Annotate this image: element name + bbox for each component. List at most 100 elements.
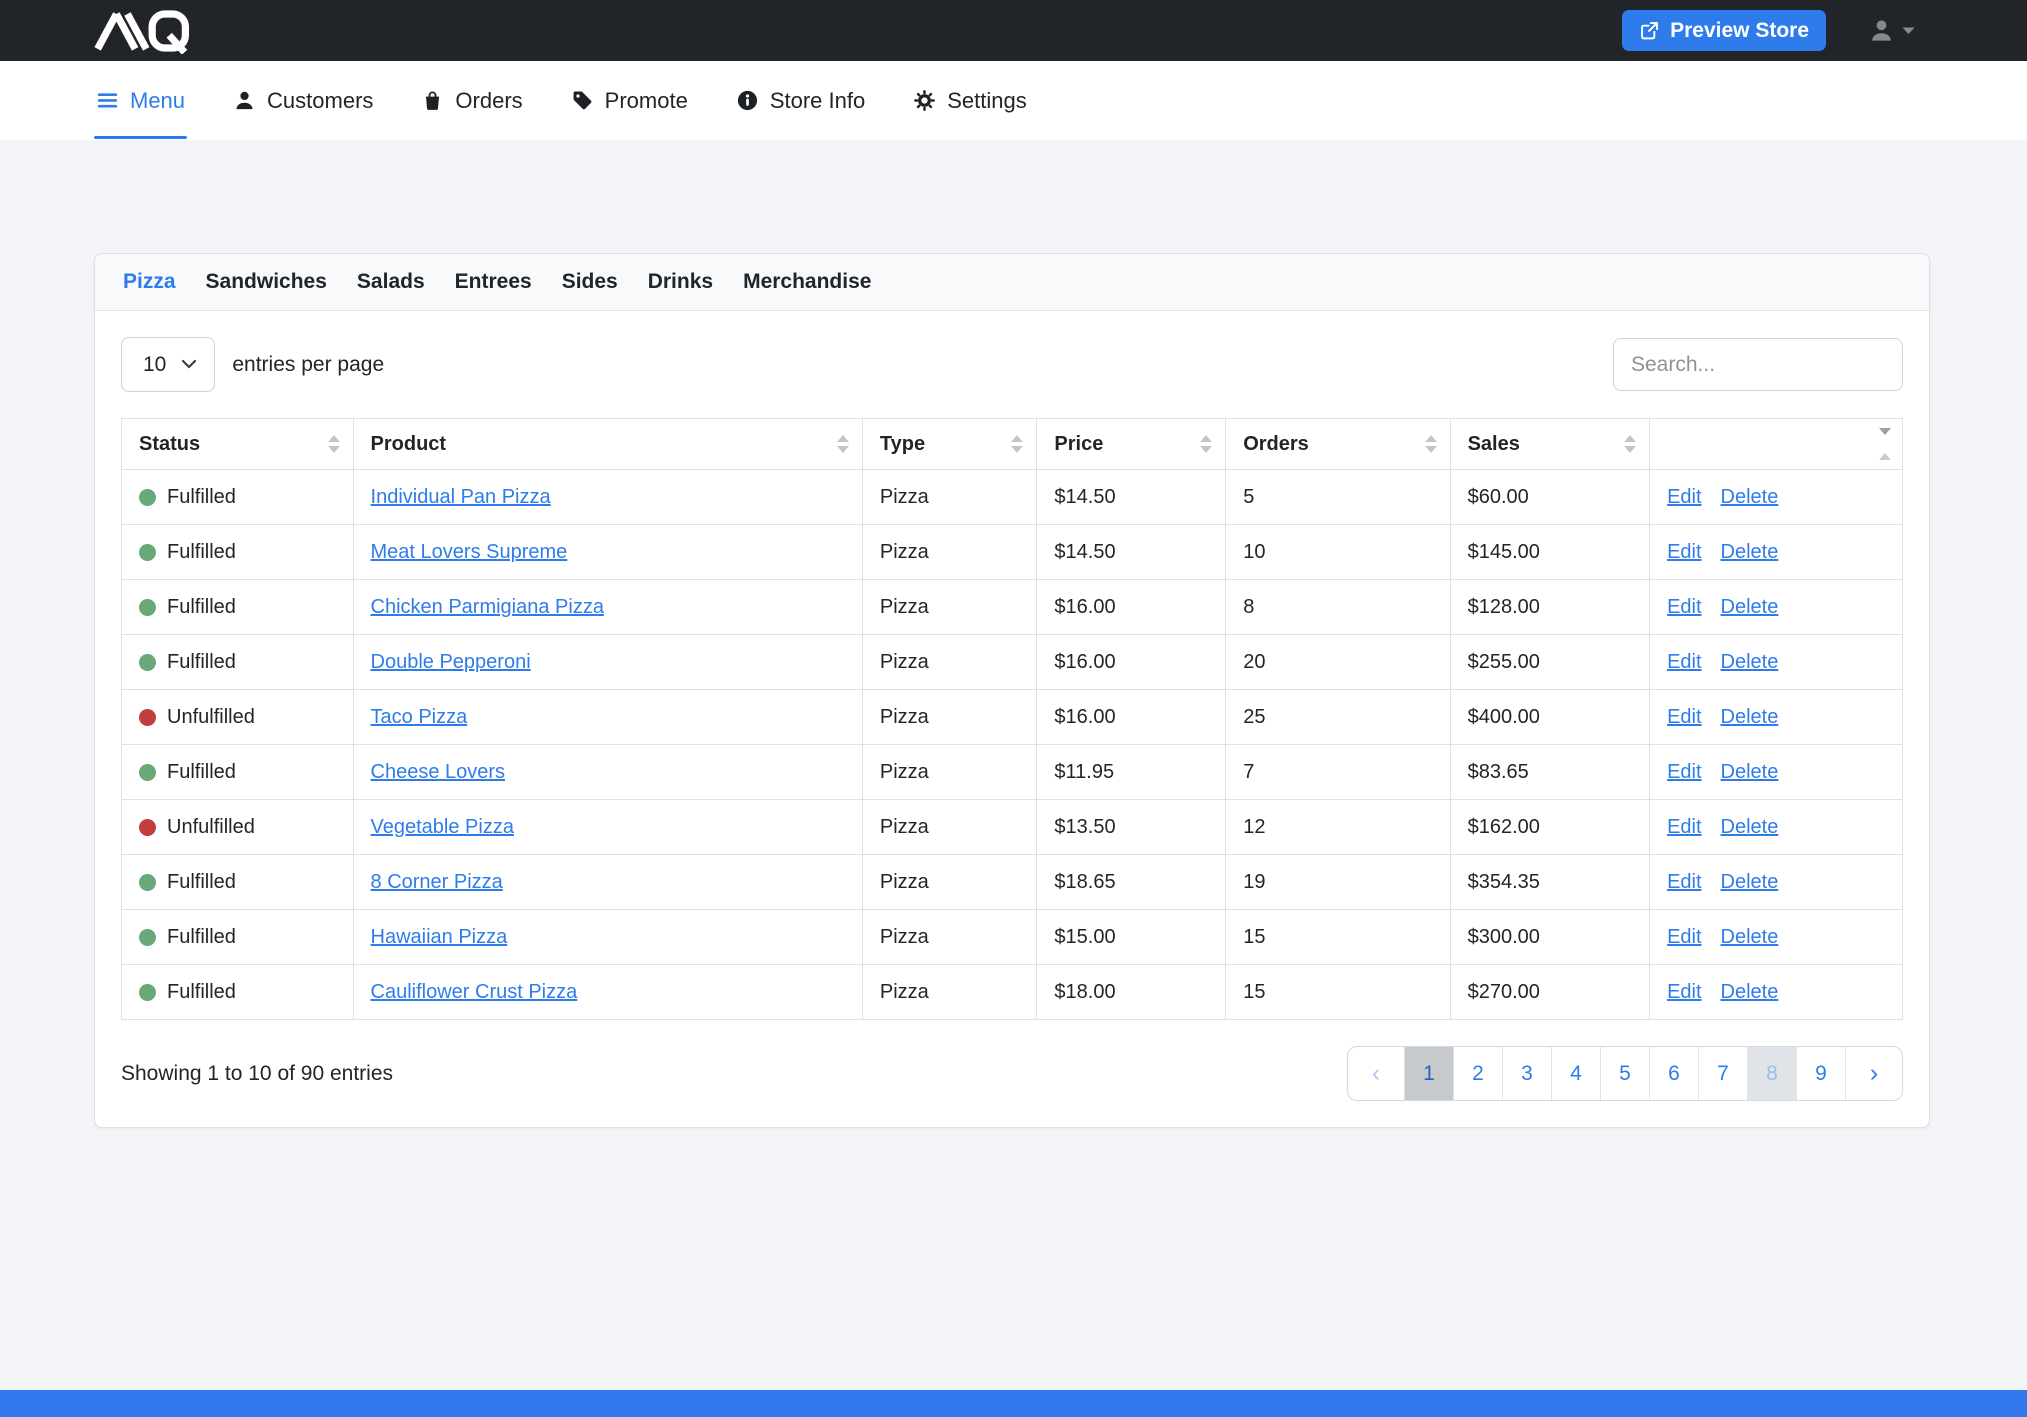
pagination-prev[interactable]: ‹ bbox=[1348, 1047, 1404, 1100]
product-link[interactable]: Vegetable Pizza bbox=[371, 816, 514, 838]
column-header-price[interactable]: Price bbox=[1037, 419, 1226, 470]
type-cell: Pizza bbox=[862, 690, 1037, 745]
delete-link[interactable]: Delete bbox=[1721, 541, 1779, 563]
sales-cell: $162.00 bbox=[1450, 800, 1649, 855]
tab-drinks[interactable]: Drinks bbox=[648, 270, 713, 294]
status-dot-fulfilled bbox=[139, 654, 156, 671]
nav-item-label: Settings bbox=[947, 88, 1027, 114]
page-button-1[interactable]: 1 bbox=[1404, 1047, 1453, 1100]
delete-link[interactable]: Delete bbox=[1721, 926, 1779, 948]
price-cell: $14.50 bbox=[1037, 525, 1226, 580]
product-link[interactable]: Individual Pan Pizza bbox=[371, 486, 551, 508]
entries-per-page-label: entries per page bbox=[232, 353, 384, 377]
status-label: Fulfilled bbox=[167, 761, 236, 784]
type-cell: Pizza bbox=[862, 635, 1037, 690]
table-footer: Showing 1 to 10 of 90 entries ‹123456789… bbox=[121, 1046, 1903, 1101]
products-table: StatusProductTypePrice Orders Sales Fulfil… bbox=[121, 418, 1903, 1020]
tab-merchandise[interactable]: Merchandise bbox=[743, 270, 871, 294]
sort-icon bbox=[328, 435, 340, 453]
sales-cell: $145.00 bbox=[1450, 525, 1649, 580]
actions-cell: Edit Delete bbox=[1650, 470, 1903, 525]
column-header-type[interactable]: Type bbox=[862, 419, 1037, 470]
type-cell: Pizza bbox=[862, 745, 1037, 800]
page-button-6[interactable]: 6 bbox=[1649, 1047, 1698, 1100]
product-link[interactable]: Hawaiian Pizza bbox=[371, 926, 508, 948]
status-badge: Fulfilled bbox=[139, 486, 336, 509]
page-button-4[interactable]: 4 bbox=[1551, 1047, 1600, 1100]
product-link[interactable]: Cheese Lovers bbox=[371, 761, 506, 783]
orders-cell: 12 bbox=[1226, 800, 1450, 855]
column-header-orders[interactable]: Orders bbox=[1226, 419, 1450, 470]
product-link[interactable]: Taco Pizza bbox=[371, 706, 468, 728]
edit-link[interactable]: Edit bbox=[1667, 651, 1701, 673]
type-cell: Pizza bbox=[862, 910, 1037, 965]
delete-link[interactable]: Delete bbox=[1721, 761, 1779, 783]
page-button-7[interactable]: 7 bbox=[1698, 1047, 1747, 1100]
tab-sandwiches[interactable]: Sandwiches bbox=[206, 270, 327, 294]
tab-pizza[interactable]: Pizza bbox=[123, 270, 176, 294]
delete-link[interactable]: Delete bbox=[1721, 816, 1779, 838]
delete-link[interactable]: Delete bbox=[1721, 871, 1779, 893]
product-link[interactable]: Double Pepperoni bbox=[371, 651, 531, 673]
tab-entrees[interactable]: Entrees bbox=[455, 270, 532, 294]
edit-link[interactable]: Edit bbox=[1667, 706, 1701, 728]
account-menu[interactable] bbox=[1868, 17, 1915, 44]
gear-icon bbox=[913, 89, 936, 112]
pagination: ‹123456789› bbox=[1347, 1046, 1903, 1101]
nav-item-promote[interactable]: Promote bbox=[571, 88, 688, 114]
edit-link[interactable]: Edit bbox=[1667, 596, 1701, 618]
product-link[interactable]: Cauliflower Crust Pizza bbox=[371, 981, 578, 1003]
edit-link[interactable]: Edit bbox=[1667, 926, 1701, 948]
orders-cell: 8 bbox=[1226, 580, 1450, 635]
page-content: Pizza Sandwiches Salads Entrees Sides Drinks M… bbox=[0, 140, 2027, 1128]
column-header-status[interactable]: Status bbox=[122, 419, 354, 470]
edit-link[interactable]: Edit bbox=[1667, 541, 1701, 563]
nav-item-menu[interactable]: Menu bbox=[96, 88, 185, 114]
edit-link[interactable]: Edit bbox=[1667, 871, 1701, 893]
price-cell: $16.00 bbox=[1037, 635, 1226, 690]
sales-cell: $60.00 bbox=[1450, 470, 1649, 525]
edit-link[interactable]: Edit bbox=[1667, 816, 1701, 838]
column-header-sales[interactable]: Sales bbox=[1450, 419, 1649, 470]
delete-link[interactable]: Delete bbox=[1721, 706, 1779, 728]
column-header-actions[interactable] bbox=[1650, 419, 1903, 470]
logo-stroke bbox=[98, 13, 117, 48]
product-link[interactable]: Chicken Parmigiana Pizza bbox=[371, 596, 604, 618]
edit-link[interactable]: Edit bbox=[1667, 761, 1701, 783]
actions-cell: Edit Delete bbox=[1650, 800, 1903, 855]
tab-salads[interactable]: Salads bbox=[357, 270, 425, 294]
preview-store-button[interactable]: Preview Store bbox=[1622, 10, 1826, 51]
delete-link[interactable]: Delete bbox=[1721, 486, 1779, 508]
page-button-5[interactable]: 5 bbox=[1600, 1047, 1649, 1100]
product-link[interactable]: 8 Corner Pizza bbox=[371, 871, 503, 893]
nav-item-store-info[interactable]: Store Info bbox=[736, 88, 865, 114]
page-button-3[interactable]: 3 bbox=[1502, 1047, 1551, 1100]
product-link[interactable]: Meat Lovers Supreme bbox=[371, 541, 568, 563]
delete-link[interactable]: Delete bbox=[1721, 651, 1779, 673]
page-button-8[interactable]: 8 bbox=[1747, 1047, 1796, 1100]
nav-item-orders[interactable]: Orders bbox=[421, 88, 522, 114]
brand-logo bbox=[90, 8, 191, 54]
tab-sides[interactable]: Sides bbox=[562, 270, 618, 294]
table-row: FulfilledMeat Lovers SupremePizza$14.501… bbox=[122, 525, 1903, 580]
shopping-bag-icon bbox=[421, 89, 444, 112]
nav-item-settings[interactable]: Settings bbox=[913, 88, 1027, 114]
status-label: Fulfilled bbox=[167, 651, 236, 674]
delete-link[interactable]: Delete bbox=[1721, 596, 1779, 618]
pagination-next[interactable]: › bbox=[1845, 1047, 1902, 1100]
sort-icon bbox=[1200, 435, 1212, 453]
table-row: UnfulfilledTaco PizzaPizza$16.0025$400.0… bbox=[122, 690, 1903, 745]
entries-per-page-select[interactable]: 10 bbox=[121, 337, 215, 392]
page-button-9[interactable]: 9 bbox=[1796, 1047, 1845, 1100]
page-button-2[interactable]: 2 bbox=[1453, 1047, 1502, 1100]
nav-item-customers[interactable]: Customers bbox=[233, 88, 373, 114]
column-header-product[interactable]: Product bbox=[353, 419, 862, 470]
sort-icon bbox=[1879, 428, 1891, 460]
search-input[interactable] bbox=[1613, 338, 1903, 391]
status-dot-fulfilled bbox=[139, 489, 156, 506]
edit-link[interactable]: Edit bbox=[1667, 981, 1701, 1003]
edit-link[interactable]: Edit bbox=[1667, 486, 1701, 508]
column-label: Orders bbox=[1243, 433, 1309, 455]
tag-icon bbox=[571, 89, 594, 112]
delete-link[interactable]: Delete bbox=[1721, 981, 1779, 1003]
